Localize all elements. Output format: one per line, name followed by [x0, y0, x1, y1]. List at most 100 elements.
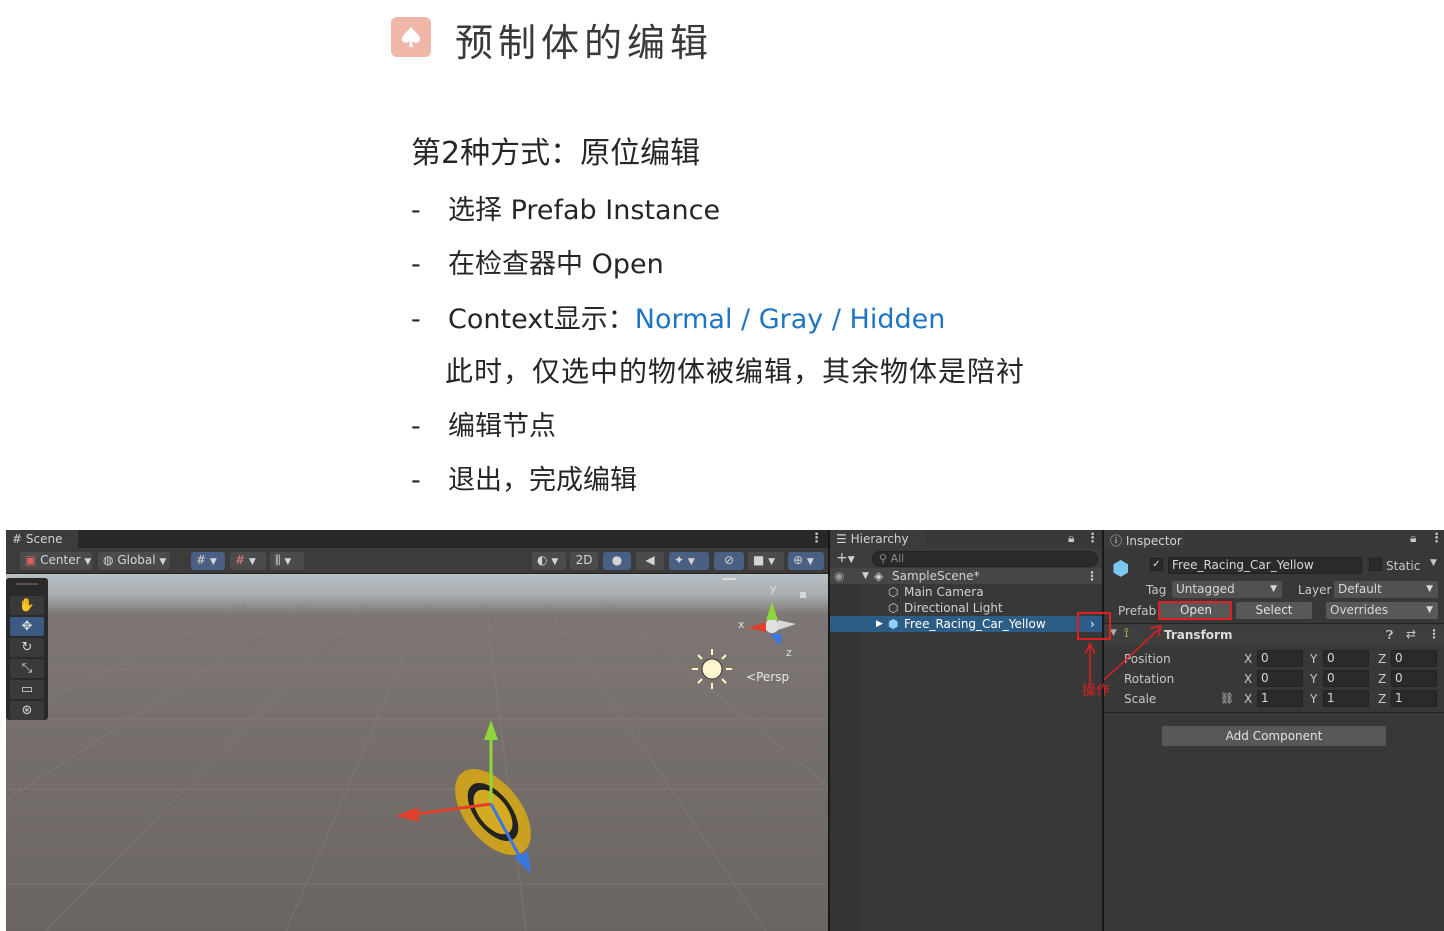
visibility-toggle[interactable]: ⊘: [714, 552, 744, 570]
rotation-x-field[interactable]: 0: [1257, 670, 1303, 687]
prefab-cube-icon[interactable]: ⬢: [1112, 556, 1134, 580]
move-icon: ✥: [21, 619, 33, 634]
camera-button[interactable]: ■ ▼: [748, 552, 784, 570]
transform-tool-button[interactable]: ⊛: [10, 701, 44, 720]
lock-icon[interactable]: 🔒︎: [1068, 531, 1074, 546]
scene-viewport[interactable]: x y z <Persp ✋ ✥ ↻ ⤡ ▭ ⊛: [6, 574, 828, 931]
component-menu-icon[interactable]: ⋮: [1428, 627, 1440, 641]
list-icon: ☰: [836, 532, 847, 546]
position-y-field[interactable]: 0: [1323, 650, 1369, 667]
mode-2d-button[interactable]: 2D: [570, 552, 598, 570]
presets-icon[interactable]: ⇄: [1406, 627, 1416, 641]
chevron-down-icon[interactable]: ▼: [862, 568, 869, 584]
rotate-tool-button[interactable]: ↻: [10, 638, 44, 657]
chevron-down-icon: ▼: [1426, 605, 1433, 615]
scene-menu-icon[interactable]: ⋮: [810, 531, 823, 546]
increment-snap-button[interactable]: ⫼ ▼: [270, 552, 304, 570]
context-modes-highlight: Normal / Gray / Hidden: [634, 304, 946, 335]
inspector-menu-icon[interactable]: ⋮: [1430, 531, 1443, 546]
orientation-gizmo[interactable]: [722, 578, 806, 646]
prefab-select-button[interactable]: Select: [1236, 602, 1312, 619]
move-tool-button[interactable]: ✥: [10, 617, 44, 636]
hierarchy-scene-row[interactable]: ◉ ▼ ◈ SampleScene* ⋮: [830, 568, 1102, 584]
help-icon[interactable]: ❓︎: [1386, 628, 1393, 643]
prefab-overrides-dropdown[interactable]: Overrides ▼: [1326, 602, 1438, 619]
plus-icon: +: [836, 550, 848, 566]
cube-icon: ⬡: [888, 585, 899, 599]
projection-toggle[interactable]: <Persp: [746, 670, 789, 684]
scale-tool-button[interactable]: ⤡: [10, 659, 44, 678]
hierarchy-menu-icon[interactable]: ⋮: [1086, 531, 1099, 546]
space-dropdown[interactable]: ◍ Global ▼: [98, 552, 170, 570]
scale-x-field[interactable]: 1: [1257, 690, 1303, 707]
active-checkbox[interactable]: ✓: [1150, 558, 1163, 571]
bullet-text: 退出，完成编辑: [448, 465, 637, 496]
chevron-right-icon[interactable]: ▶: [876, 616, 883, 632]
constrain-proportions-icon[interactable]: ⛓︎: [1220, 692, 1234, 705]
object-name-field[interactable]: Free_Racing_Car_Yellow: [1168, 557, 1362, 574]
bullet-dash: -: [411, 304, 421, 335]
add-component-button[interactable]: Add Component: [1162, 726, 1386, 746]
chevron-down-icon: ▼: [159, 557, 167, 567]
hierarchy-item-free-racing-car[interactable]: ▶ ⬢ Free_Racing_Car_Yellow ›: [830, 616, 1102, 632]
hand-tool-button[interactable]: ✋: [10, 596, 44, 615]
effects-icon: ✦: [674, 553, 685, 567]
pivot-dropdown[interactable]: ▣ Center ▼: [20, 552, 92, 570]
position-z-field[interactable]: 0: [1391, 650, 1437, 667]
slide-note: 此时，仅选中的物体被编辑，其余物体是陪衬: [445, 355, 1026, 388]
directional-light-icon[interactable]: [692, 649, 732, 689]
tab-hierarchy[interactable]: ☰ Hierarchy: [830, 530, 926, 548]
car-model[interactable]: [440, 755, 546, 868]
layer-dropdown[interactable]: Default ▼: [1334, 581, 1438, 598]
tab-inspector[interactable]: ⓘ Inspector: [1104, 530, 1184, 548]
scene-grid-icon: #: [12, 532, 23, 546]
grid-visibility-button[interactable]: # ▼: [230, 552, 266, 570]
axis-x-label: X: [1244, 652, 1253, 666]
hierarchy-panel: ☰ Hierarchy 🔒︎ ⋮ +▼ ⚲ All ◉ ▼ ◈ SampleSc…: [828, 530, 1102, 931]
cube-icon: ⬡: [888, 601, 899, 615]
bullet-dash: -: [411, 195, 421, 226]
rotation-y-field[interactable]: 0: [1323, 670, 1369, 687]
scale-z-field[interactable]: 1: [1391, 690, 1437, 707]
hierarchy-item-directional-light[interactable]: ⬡ Directional Light: [830, 600, 1102, 616]
static-checkbox[interactable]: [1369, 558, 1382, 571]
scale-y-field[interactable]: 1: [1323, 690, 1369, 707]
bullet-text: 选择 Prefab Instance: [448, 195, 721, 226]
slide-bullet-icon: [391, 17, 431, 57]
hand-icon: ✋: [18, 598, 36, 613]
axis-z-label: z: [786, 646, 792, 659]
tag-dropdown[interactable]: Untagged ▼: [1172, 581, 1282, 598]
lighting-toggle[interactable]: ●: [603, 552, 631, 570]
palette-handle[interactable]: [16, 583, 38, 585]
transform-icon: ⊛: [21, 703, 33, 718]
persp-label: Persp: [756, 670, 790, 684]
scene-grid: [6, 578, 828, 931]
rect-tool-button[interactable]: ▭: [10, 680, 44, 699]
axis-y-label: Y: [1310, 652, 1318, 666]
scene-menu-kebab-icon[interactable]: ⋮: [1086, 568, 1098, 584]
draw-mode-button[interactable]: ◐ ▼: [532, 552, 566, 570]
tab-scene[interactable]: # Scene: [6, 530, 78, 548]
inspector-tab-label: Inspector: [1125, 534, 1182, 548]
axis-z-label: Z: [1378, 672, 1387, 686]
static-dropdown-chevron-icon[interactable]: ▼: [1430, 558, 1437, 568]
chevron-down-icon: ▼: [806, 557, 814, 567]
slide-subtitle: 第2种方式：原位编辑: [411, 136, 701, 171]
bullet-item: - 选择 Prefab Instance: [411, 188, 720, 227]
position-x-field[interactable]: 0: [1257, 650, 1303, 667]
hierarchy-search-input[interactable]: ⚲ All: [872, 551, 1098, 567]
hierarchy-item-main-camera[interactable]: ⬡ Main Camera: [830, 584, 1102, 600]
rotate-icon: ↻: [21, 640, 33, 655]
effects-button[interactable]: ✦ ▼: [669, 552, 709, 570]
rotation-z-field[interactable]: 0: [1391, 670, 1437, 687]
annotation-label: 操作: [1082, 683, 1110, 699]
axis-y-label: Y: [1310, 672, 1318, 686]
camera-icon: ■: [753, 553, 765, 567]
scene-panel: # Scene ⋮ ▣ Center ▼ ◍ Global ▼ # ▼ # ▼: [6, 530, 828, 931]
create-button[interactable]: +▼: [836, 550, 855, 566]
audio-toggle[interactable]: ◀: [636, 552, 664, 570]
eye-icon[interactable]: ◉: [834, 568, 844, 584]
lock-icon[interactable]: 🔒︎: [1410, 531, 1416, 546]
grid-snap-button[interactable]: # ▼: [191, 552, 225, 570]
gizmos-button[interactable]: ⊕ ▼: [788, 552, 824, 570]
